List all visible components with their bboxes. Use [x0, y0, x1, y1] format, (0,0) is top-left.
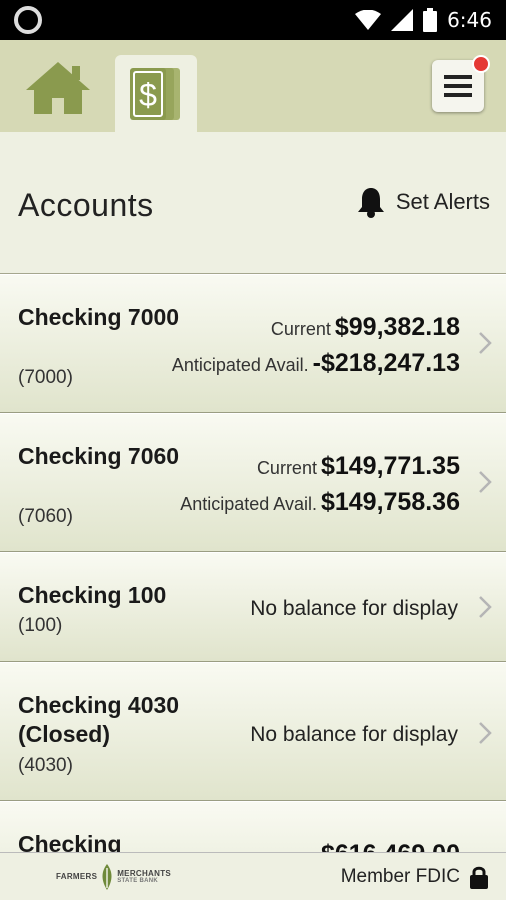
- svg-text:$: $: [139, 77, 157, 113]
- account-name: Checking 4030 (Closed): [18, 692, 180, 747]
- current-balance: Current $99,382.18: [271, 313, 460, 342]
- signal-icon: [391, 9, 414, 31]
- dollar-accounts-icon: $: [130, 67, 180, 120]
- fdic-label: Member FDIC: [340, 865, 460, 887]
- accounts-tab[interactable]: $: [115, 55, 197, 132]
- leaf-logo-icon: [102, 863, 112, 890]
- home-icon: [26, 62, 90, 114]
- account-name: Checking: [18, 831, 122, 852]
- anticipated-balance: Anticipated Avail. $149,758.36: [180, 488, 460, 517]
- current-balance: $616,469.00: [321, 840, 460, 852]
- anticipated-value: $149,758.36: [320, 488, 460, 516]
- account-name: Checking 7060: [18, 443, 180, 469]
- wifi-icon: [355, 10, 382, 30]
- account-number: (100): [18, 615, 63, 636]
- account-number: (7000): [18, 367, 73, 388]
- status-circle-icon: [14, 6, 42, 34]
- notification-badge: [472, 55, 490, 73]
- no-balance-text: No balance for display: [250, 597, 458, 620]
- anticipated-value: -$218,247.13: [312, 349, 460, 377]
- anticipated-label: Anticipated Avail.: [171, 355, 309, 375]
- current-label: Current: [256, 458, 317, 478]
- status-bar: 6:46: [0, 0, 506, 40]
- battery-icon: [423, 8, 438, 32]
- account-name: Checking 100: [18, 582, 167, 608]
- chevron-right-icon: [479, 332, 492, 354]
- status-time: 6:46: [447, 8, 492, 32]
- account-row[interactable]: Checking 7000 (7000) Current $99,382.18 …: [0, 274, 506, 413]
- set-alerts-label: Set Alerts: [395, 189, 490, 214]
- hamburger-menu-icon: [444, 75, 472, 97]
- anticipated-balance: Anticipated Avail. -$218,247.13: [172, 349, 460, 378]
- account-row[interactable]: Checking $616,469.00: [0, 801, 506, 852]
- home-tab[interactable]: [18, 58, 98, 118]
- bell-icon: [357, 188, 384, 218]
- account-row[interactable]: Checking 4030 (Closed) (4030) No balance…: [0, 662, 506, 801]
- set-alerts-button[interactable]: Set Alerts: [356, 186, 490, 218]
- current-value: $616,469.00: [321, 840, 460, 852]
- current-value: $99,382.18: [334, 313, 460, 341]
- accounts-header: Accounts Set Alerts: [0, 132, 506, 274]
- current-label: Current: [270, 319, 331, 339]
- account-name: Checking 7000: [18, 304, 180, 330]
- chevron-right-icon: [479, 471, 492, 493]
- account-number: (4030): [18, 755, 73, 776]
- chevron-right-icon: [479, 596, 492, 618]
- chevron-right-icon: [479, 722, 492, 744]
- anticipated-label: Anticipated Avail.: [180, 494, 317, 514]
- logo-text-left: FARMERS: [56, 872, 98, 881]
- footer: FARMERS MERCHANTS STATE BANK Member FDIC: [0, 852, 506, 900]
- current-balance: Current $149,771.35: [257, 452, 460, 481]
- current-value: $149,771.35: [320, 452, 460, 480]
- status-indicators: 6:46: [355, 8, 492, 32]
- no-balance-text: No balance for display: [250, 723, 458, 746]
- page-title: Accounts: [18, 187, 154, 223]
- accounts-list: Checking 7000 (7000) Current $99,382.18 …: [0, 274, 506, 852]
- logo-text-right: MERCHANTS: [117, 869, 172, 878]
- account-row[interactable]: Checking 7060 (7060) Current $149,771.35…: [0, 413, 506, 552]
- bank-logo: FARMERS MERCHANTS STATE BANK: [56, 863, 172, 890]
- account-row[interactable]: Checking 100 (100) No balance for displa…: [0, 552, 506, 662]
- top-nav: $: [0, 40, 506, 132]
- account-number: (7060): [18, 506, 73, 527]
- lock-icon: [470, 866, 488, 889]
- member-fdic: Member FDIC: [341, 865, 488, 889]
- logo-subtext: STATE BANK: [117, 878, 158, 884]
- menu-button[interactable]: [432, 55, 490, 112]
